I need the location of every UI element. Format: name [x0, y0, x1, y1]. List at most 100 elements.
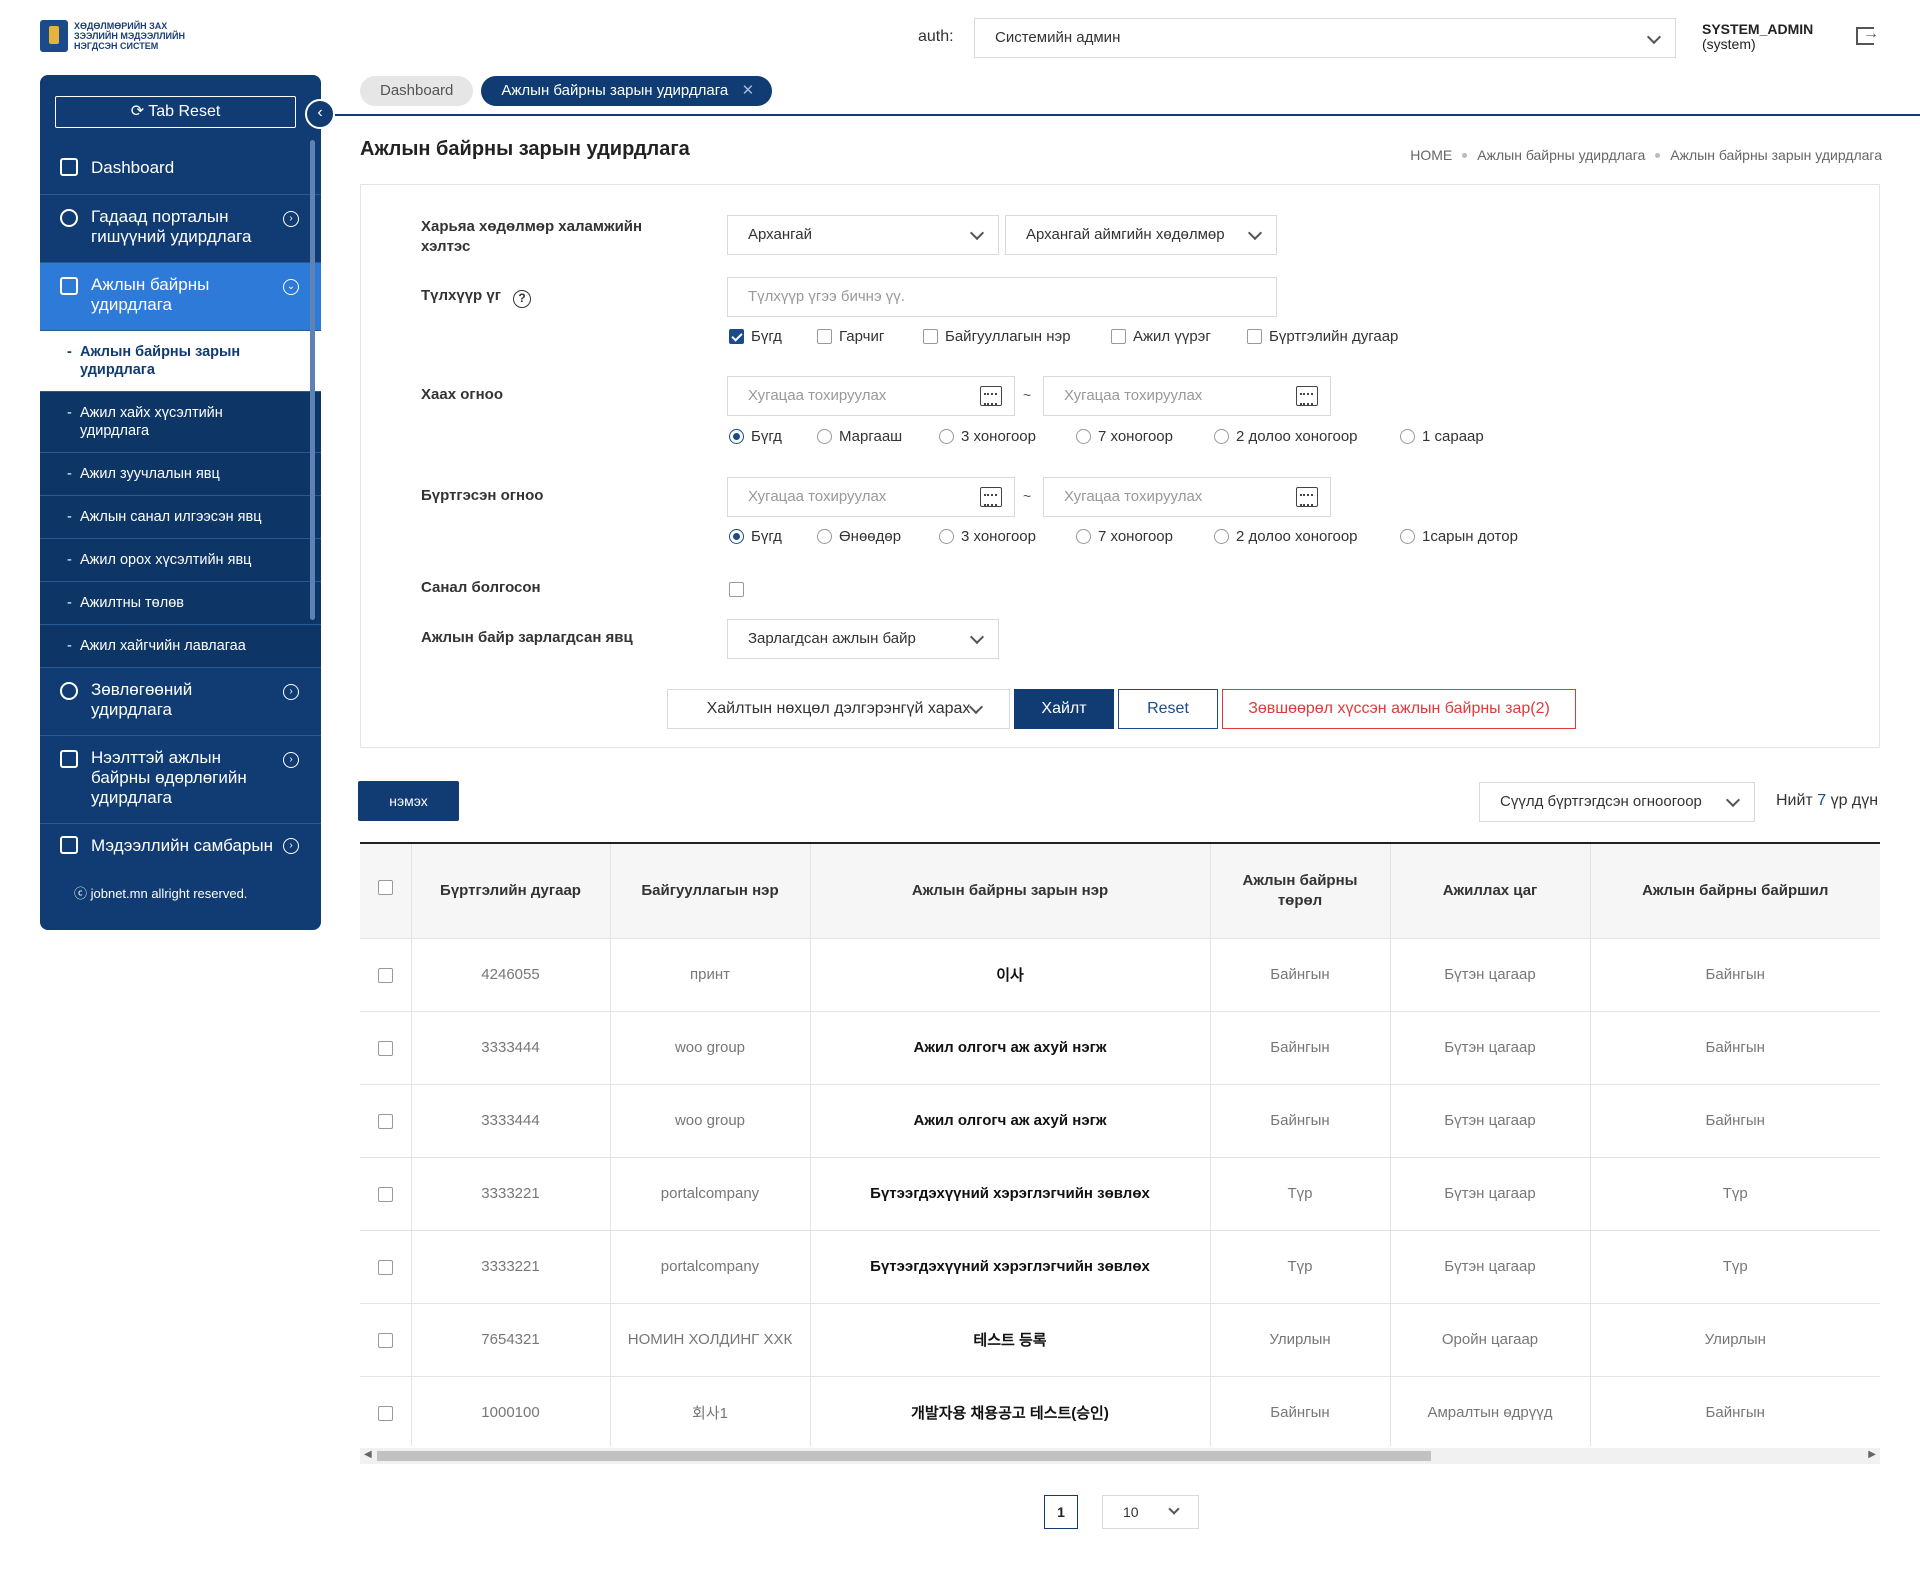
- row-select[interactable]: [360, 1157, 411, 1231]
- keyword-option-regnum[interactable]: Бүртгэлийн дугаар: [1247, 328, 1398, 345]
- scroll-left-icon[interactable]: ◀: [364, 1449, 372, 1460]
- sidebar-subitem-entry-requests[interactable]: - Ажил орох хүсэлтийн явц: [40, 539, 321, 582]
- checkbox[interactable]: [377, 1113, 393, 1129]
- reg-option-today[interactable]: Өнөөдөр: [817, 528, 939, 545]
- search-button[interactable]: Хайлт: [1014, 689, 1114, 729]
- checkbox[interactable]: [377, 1259, 393, 1275]
- close-option-3days[interactable]: 3 хоногоор: [939, 428, 1076, 445]
- sidebar-collapse-button[interactable]: ‹: [305, 99, 335, 129]
- approval-requests-button[interactable]: Зөвшөөрөл хүссэн ажлын байрны зар(2): [1222, 689, 1576, 729]
- app-logo[interactable]: ХӨДӨЛМӨРИЙН ЗАХ ЗЭЭЛИЙН МЭДЭЭЛЛИЙН НЭГДС…: [40, 20, 194, 52]
- row-select[interactable]: [360, 938, 411, 1012]
- offer-checkbox[interactable]: [729, 582, 744, 597]
- checkbox[interactable]: [377, 1405, 393, 1421]
- keyword-option-org[interactable]: Байгууллагын нэр: [923, 328, 1111, 345]
- advanced-search-button[interactable]: Хайлтын нөхцөл дэлгэрэнгүй харах: [667, 689, 1010, 729]
- keyword-input[interactable]: Түлхүүр үгээ бичнэ үү.: [727, 277, 1277, 317]
- reg-option-2weeks[interactable]: 2 долоо хоногоор: [1214, 528, 1400, 545]
- checkbox[interactable]: [377, 967, 393, 983]
- close-option-tomorrow[interactable]: Маргааш: [817, 428, 939, 445]
- calendar-icon[interactable]: [1296, 386, 1318, 406]
- calendar-icon[interactable]: [980, 487, 1002, 507]
- add-button[interactable]: нэмэх: [358, 781, 459, 821]
- sidebar-subitem-employee-status[interactable]: - Ажилтны төлөв: [40, 582, 321, 625]
- sidebar-subitem-job-search-requests[interactable]: - Ажил хайх хүсэлтийн удирдлага: [40, 392, 321, 453]
- close-icon[interactable]: ✕: [742, 76, 755, 106]
- sidebar-item-dashboard[interactable]: Dashboard: [40, 140, 321, 195]
- close-date-from[interactable]: Хугацаа тохируулах: [727, 376, 1015, 416]
- sidebar-item-advice[interactable]: Зөвлөгөөний удирдлага ›: [40, 668, 321, 736]
- tab-reset-button[interactable]: ⟳ Tab Reset: [55, 96, 296, 128]
- sidebar-item-info[interactable]: Мэдээллийн самбарын ›: [40, 824, 321, 870]
- row-select[interactable]: [360, 1011, 411, 1085]
- help-icon[interactable]: ?: [512, 290, 531, 308]
- header-regnum[interactable]: Бүртгэлийн дугаар: [410, 843, 610, 939]
- page-size-select[interactable]: 10: [1102, 1495, 1199, 1529]
- cell-title[interactable]: 테스트 등록: [809, 1303, 1210, 1377]
- close-option-2weeks[interactable]: 2 долоо хоногоор: [1214, 428, 1400, 445]
- checkbox[interactable]: [377, 1040, 393, 1056]
- header-hours[interactable]: Ажиллах цаг: [1389, 843, 1590, 939]
- sidebar-subitem-offers-sent[interactable]: - Ажлын санал илгээсэн явц: [40, 496, 321, 539]
- sidebar-item-jobs[interactable]: Ажлын байрны удирдлага ⌄: [40, 263, 321, 331]
- table-row[interactable]: 3333444 woo group Ажил олгогч аж ахуй нэгж…: [360, 1011, 1880, 1085]
- row-select[interactable]: [360, 1376, 411, 1446]
- close-option-all[interactable]: Бүгд: [729, 428, 817, 445]
- logout-icon[interactable]: [1856, 25, 1879, 45]
- tab-dashboard[interactable]: Dashboard: [360, 76, 474, 106]
- reg-date-to[interactable]: Хугацаа тохируулах: [1043, 477, 1331, 517]
- cell-title[interactable]: Бүтээгдэхүүний хэрэглэгчийн зөвлөх: [809, 1230, 1210, 1304]
- cell-title[interactable]: Ажил олгогч аж ахуй нэгж: [809, 1011, 1210, 1085]
- reg-option-all[interactable]: Бүгд: [729, 528, 817, 545]
- table-row[interactable]: 3333221 portalcompany Бүтээгдэхүүний хэрэг…: [360, 1230, 1880, 1304]
- keyword-option-title[interactable]: Гарчиг: [817, 328, 923, 345]
- dept-select-office[interactable]: Архангай аймгийн хөдөлмөр: [1005, 215, 1277, 255]
- status-select[interactable]: Зарлагдсан ажлын байр: [727, 619, 999, 659]
- scroll-right-icon[interactable]: ▶: [1868, 1449, 1876, 1460]
- header-type[interactable]: Ажлын байрны төрөл: [1209, 843, 1390, 939]
- cell-title[interactable]: 이사: [809, 938, 1210, 1012]
- keyword-option-duty[interactable]: Ажил үүрэг: [1111, 328, 1247, 345]
- checkbox[interactable]: [377, 880, 393, 896]
- sort-select[interactable]: Сүүлд бүртгэгдсэн огноогоор: [1479, 782, 1755, 822]
- row-select[interactable]: [360, 1230, 411, 1304]
- sidebar-subitem-job-ads[interactable]: - Ажлын байрны зарын удирдлага: [40, 331, 321, 392]
- header-title[interactable]: Ажлын байрны зарын нэр: [809, 843, 1210, 939]
- sidebar-scrollbar[interactable]: [310, 140, 315, 620]
- header-location[interactable]: Ажлын байрны байршил: [1589, 843, 1880, 939]
- tab-job-ads[interactable]: Ажлын байрны зарын удирдлага ✕: [481, 76, 773, 106]
- reg-date-from[interactable]: Хугацаа тохируулах: [727, 477, 1015, 517]
- cell-title[interactable]: Ажил олгогч аж ахуй нэгж: [809, 1084, 1210, 1158]
- reg-option-3days[interactable]: 3 хоногоор: [939, 528, 1076, 545]
- table-row[interactable]: 3333444 woo group Ажил олгогч аж ахуй нэгж…: [360, 1084, 1880, 1158]
- sidebar-item-portal[interactable]: Гадаад порталын гишүүний удирдлага ›: [40, 195, 321, 263]
- breadcrumb-home[interactable]: HOME: [1410, 147, 1452, 163]
- horizontal-scrollbar[interactable]: ◀ ▶: [360, 1448, 1880, 1464]
- page-1-button[interactable]: 1: [1044, 1495, 1078, 1529]
- checkbox[interactable]: [377, 1332, 393, 1348]
- reg-option-1month[interactable]: 1сарын дотор: [1400, 528, 1518, 545]
- sidebar-subitem-jobseeker-reference[interactable]: - Ажил хайгчийн лавлагаа: [40, 625, 321, 668]
- reset-button[interactable]: Reset: [1118, 689, 1218, 729]
- dept-select-province[interactable]: Архангай: [727, 215, 999, 255]
- close-option-7days[interactable]: 7 хоногоор: [1076, 428, 1214, 445]
- table-row[interactable]: 7654321 НОМИН ХОЛДИНГ ХХК 테스트 등록 Улирлын Оро…: [360, 1303, 1880, 1377]
- table-row[interactable]: 3333221 portalcompany Бүтээгдэхүүний хэрэг…: [360, 1157, 1880, 1231]
- sidebar-item-open-jobs[interactable]: Нээлттэй ажлын байрны өдөрлөгийн удирдла…: [40, 736, 321, 824]
- header-org[interactable]: Байгууллагын нэр: [609, 843, 810, 939]
- auth-select[interactable]: Системийн админ: [974, 18, 1676, 58]
- row-select[interactable]: [360, 1084, 411, 1158]
- breadcrumb-section[interactable]: Ажлын байрны удирдлага: [1477, 147, 1645, 163]
- sidebar-subitem-mediation[interactable]: - Ажил зуучлалын явц: [40, 453, 321, 496]
- row-select[interactable]: [360, 1303, 411, 1377]
- scrollbar-thumb[interactable]: [377, 1451, 1431, 1461]
- close-option-1month[interactable]: 1 сараар: [1400, 428, 1484, 445]
- reg-option-7days[interactable]: 7 хоногоор: [1076, 528, 1214, 545]
- keyword-option-all[interactable]: Бүгд: [729, 328, 817, 345]
- table-row[interactable]: 4246055 принт 이사 Байнгын Бүтэн цагаар Байнгын: [360, 938, 1880, 1012]
- table-row[interactable]: 1000100 회사1 개발자용 채용공고 테스트(승인) Байнгын Амралт…: [360, 1376, 1880, 1446]
- header-select-all[interactable]: [360, 843, 411, 939]
- cell-title[interactable]: 개발자용 채용공고 테스트(승인): [809, 1376, 1210, 1446]
- cell-title[interactable]: Бүтээгдэхүүний хэрэглэгчийн зөвлөх: [809, 1157, 1210, 1231]
- close-date-to[interactable]: Хугацаа тохируулах: [1043, 376, 1331, 416]
